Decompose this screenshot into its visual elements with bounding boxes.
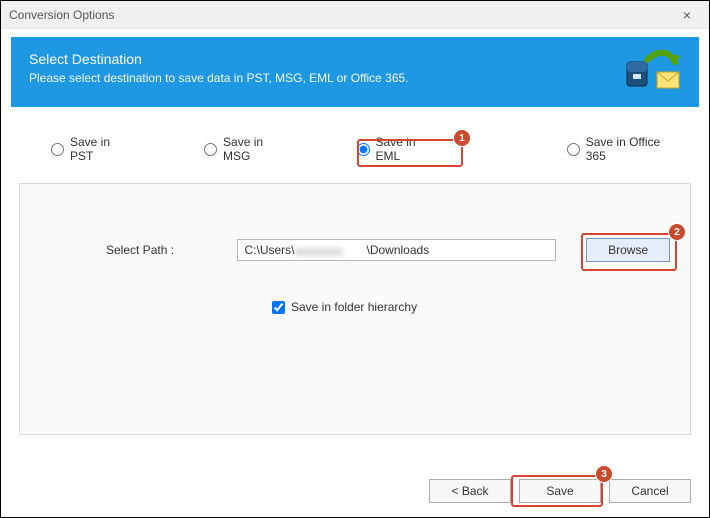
radio-save-eml-input[interactable] [357, 143, 370, 156]
footer-buttons: < Back Save Cancel [429, 479, 691, 503]
mail-conversion-icon [625, 48, 681, 96]
folder-hierarchy-checkbox[interactable] [272, 301, 285, 314]
radio-save-msg[interactable]: Save in MSG [204, 135, 283, 163]
back-button[interactable]: < Back [429, 479, 511, 503]
save-button[interactable]: Save [519, 479, 601, 503]
banner-title: Select Destination [29, 51, 681, 67]
radio-save-msg-input[interactable] [204, 143, 217, 156]
window-title: Conversion Options [9, 1, 114, 29]
header-banner: Select Destination Please select destina… [11, 37, 699, 107]
path-panel: Select Path : C:\Users\ xxxxxxxx \Downlo… [19, 183, 691, 435]
path-row: Select Path : C:\Users\ xxxxxxxx \Downlo… [106, 238, 670, 262]
title-bar: Conversion Options × [1, 1, 709, 29]
radio-save-eml-label: Save in EML [376, 135, 433, 163]
path-prefix: C:\Users\ [244, 243, 294, 257]
radio-save-o365-label: Save in Office 365 [586, 135, 669, 163]
radio-save-pst-input[interactable] [51, 143, 64, 156]
radio-save-pst[interactable]: Save in PST [51, 135, 126, 163]
path-label: Select Path : [106, 243, 237, 257]
browse-button[interactable]: Browse [586, 238, 670, 262]
radio-save-pst-label: Save in PST [70, 135, 126, 163]
folder-hierarchy-option[interactable]: Save in folder hierarchy [272, 300, 417, 314]
format-options: Save in PST Save in MSG Save in EML Save… [1, 107, 709, 183]
radio-save-msg-label: Save in MSG [223, 135, 283, 163]
radio-save-o365-input[interactable] [567, 143, 580, 156]
path-obscured: xxxxxxxx [295, 244, 367, 256]
radio-save-o365[interactable]: Save in Office 365 [567, 135, 669, 163]
radio-save-eml[interactable]: Save in EML [357, 135, 433, 163]
path-suffix: \Downloads [367, 243, 430, 257]
cancel-button[interactable]: Cancel [609, 479, 691, 503]
path-input[interactable]: C:\Users\ xxxxxxxx \Downloads [237, 239, 556, 261]
banner-subtitle: Please select destination to save data i… [29, 71, 681, 85]
folder-hierarchy-label: Save in folder hierarchy [291, 300, 417, 314]
close-icon[interactable]: × [673, 1, 701, 29]
